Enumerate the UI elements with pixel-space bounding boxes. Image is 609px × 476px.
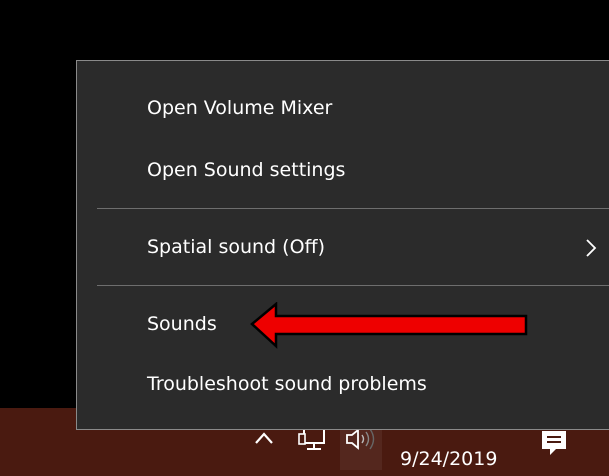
- menu-separator: [97, 285, 609, 286]
- menu-separator: [97, 208, 609, 209]
- menu-item-label: Open Sound settings: [147, 159, 346, 181]
- menu-item-label: Spatial sound (Off): [147, 236, 326, 258]
- menu-item-label: Troubleshoot sound problems: [147, 373, 427, 395]
- red-arrow-annotation: [250, 302, 528, 349]
- menu-item-open-sound-settings[interactable]: Open Sound settings: [77, 141, 609, 199]
- menu-item-spatial-sound[interactable]: Spatial sound (Off): [77, 218, 609, 276]
- chevron-right-icon: [586, 239, 597, 257]
- menu-item-label: Sounds: [147, 313, 217, 335]
- menu-item-troubleshoot-sound[interactable]: Troubleshoot sound problems: [77, 355, 609, 413]
- volume-context-menu: Open Volume Mixer Open Sound settings Sp…: [76, 60, 609, 430]
- show-hidden-icons-button[interactable]: [252, 428, 276, 448]
- menu-item-open-volume-mixer[interactable]: Open Volume Mixer: [77, 79, 609, 137]
- menu-item-label: Open Volume Mixer: [147, 97, 333, 119]
- screen: 10:50 AM 9/24/2019 Open Volume Mixer Ope…: [0, 0, 609, 476]
- action-center-button[interactable]: [538, 428, 570, 458]
- chevron-up-icon: [255, 432, 273, 444]
- clock-date: 9/24/2019: [400, 448, 498, 470]
- notification-icon: [542, 431, 566, 455]
